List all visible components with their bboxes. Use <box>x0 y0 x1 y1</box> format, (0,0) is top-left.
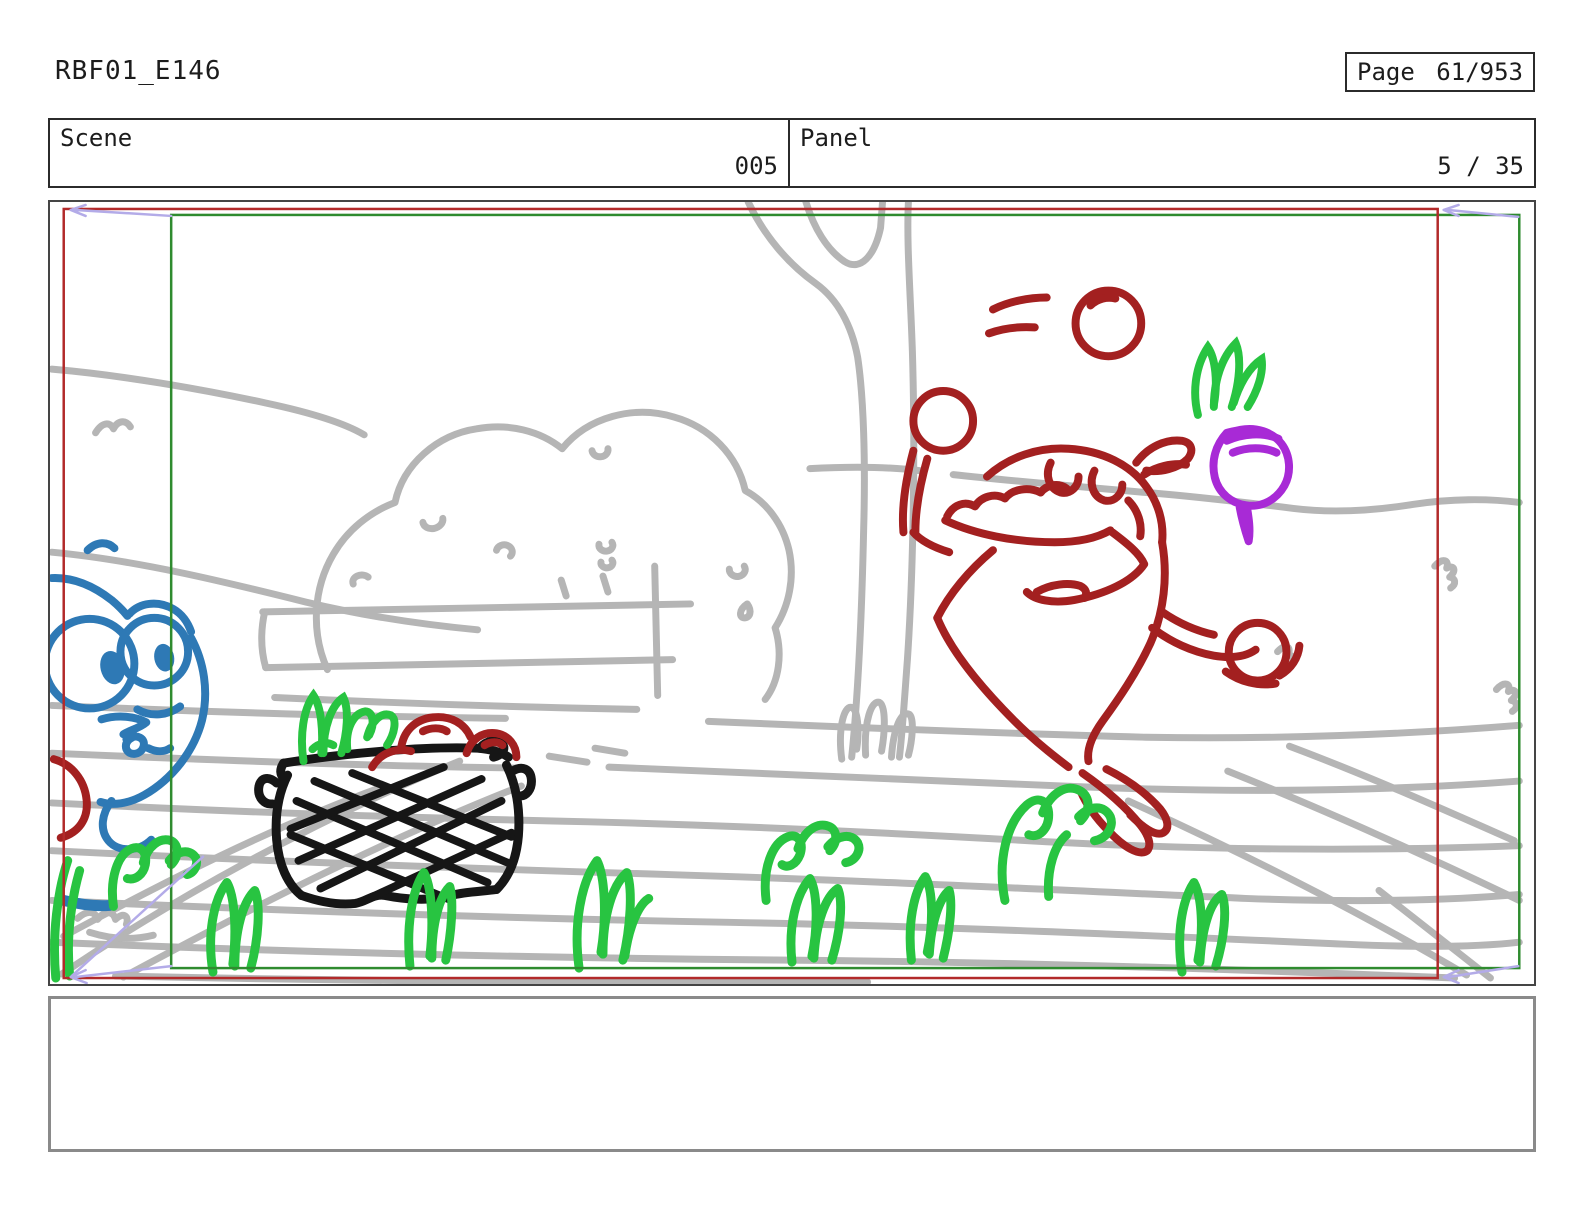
motion-line <box>985 323 1039 338</box>
board-title: RBF01_E146 <box>55 56 222 86</box>
page-label: Page <box>1357 58 1415 86</box>
edge-tomato-sketch <box>50 755 91 842</box>
scene-number: 005 <box>734 152 778 180</box>
panel-drawing <box>50 202 1523 984</box>
turnip-greens <box>1191 336 1266 419</box>
furrow-lines <box>50 701 1523 984</box>
garden-sprouts <box>50 783 1230 983</box>
bird-squiggle <box>92 418 134 437</box>
bench-sketch <box>258 562 695 713</box>
scene-label: Scene <box>60 124 133 152</box>
juggled-tomato <box>909 387 978 455</box>
page-number: 61/953 <box>1436 58 1523 86</box>
turnip-bulb <box>1209 425 1293 546</box>
bush-sketch <box>312 408 795 703</box>
page-indicator: Page 61/953 <box>1345 52 1535 92</box>
panel-number: 5 / 35 <box>1437 152 1524 180</box>
storyboard-panel <box>48 200 1536 986</box>
scene-box: Scene 005 <box>48 118 790 188</box>
camera-frame-start <box>169 213 1521 970</box>
caption-box <box>48 996 1536 1152</box>
panel-box: Panel 5 / 35 <box>788 118 1536 188</box>
panel-label: Panel <box>800 124 873 152</box>
motion-line <box>988 293 1051 314</box>
